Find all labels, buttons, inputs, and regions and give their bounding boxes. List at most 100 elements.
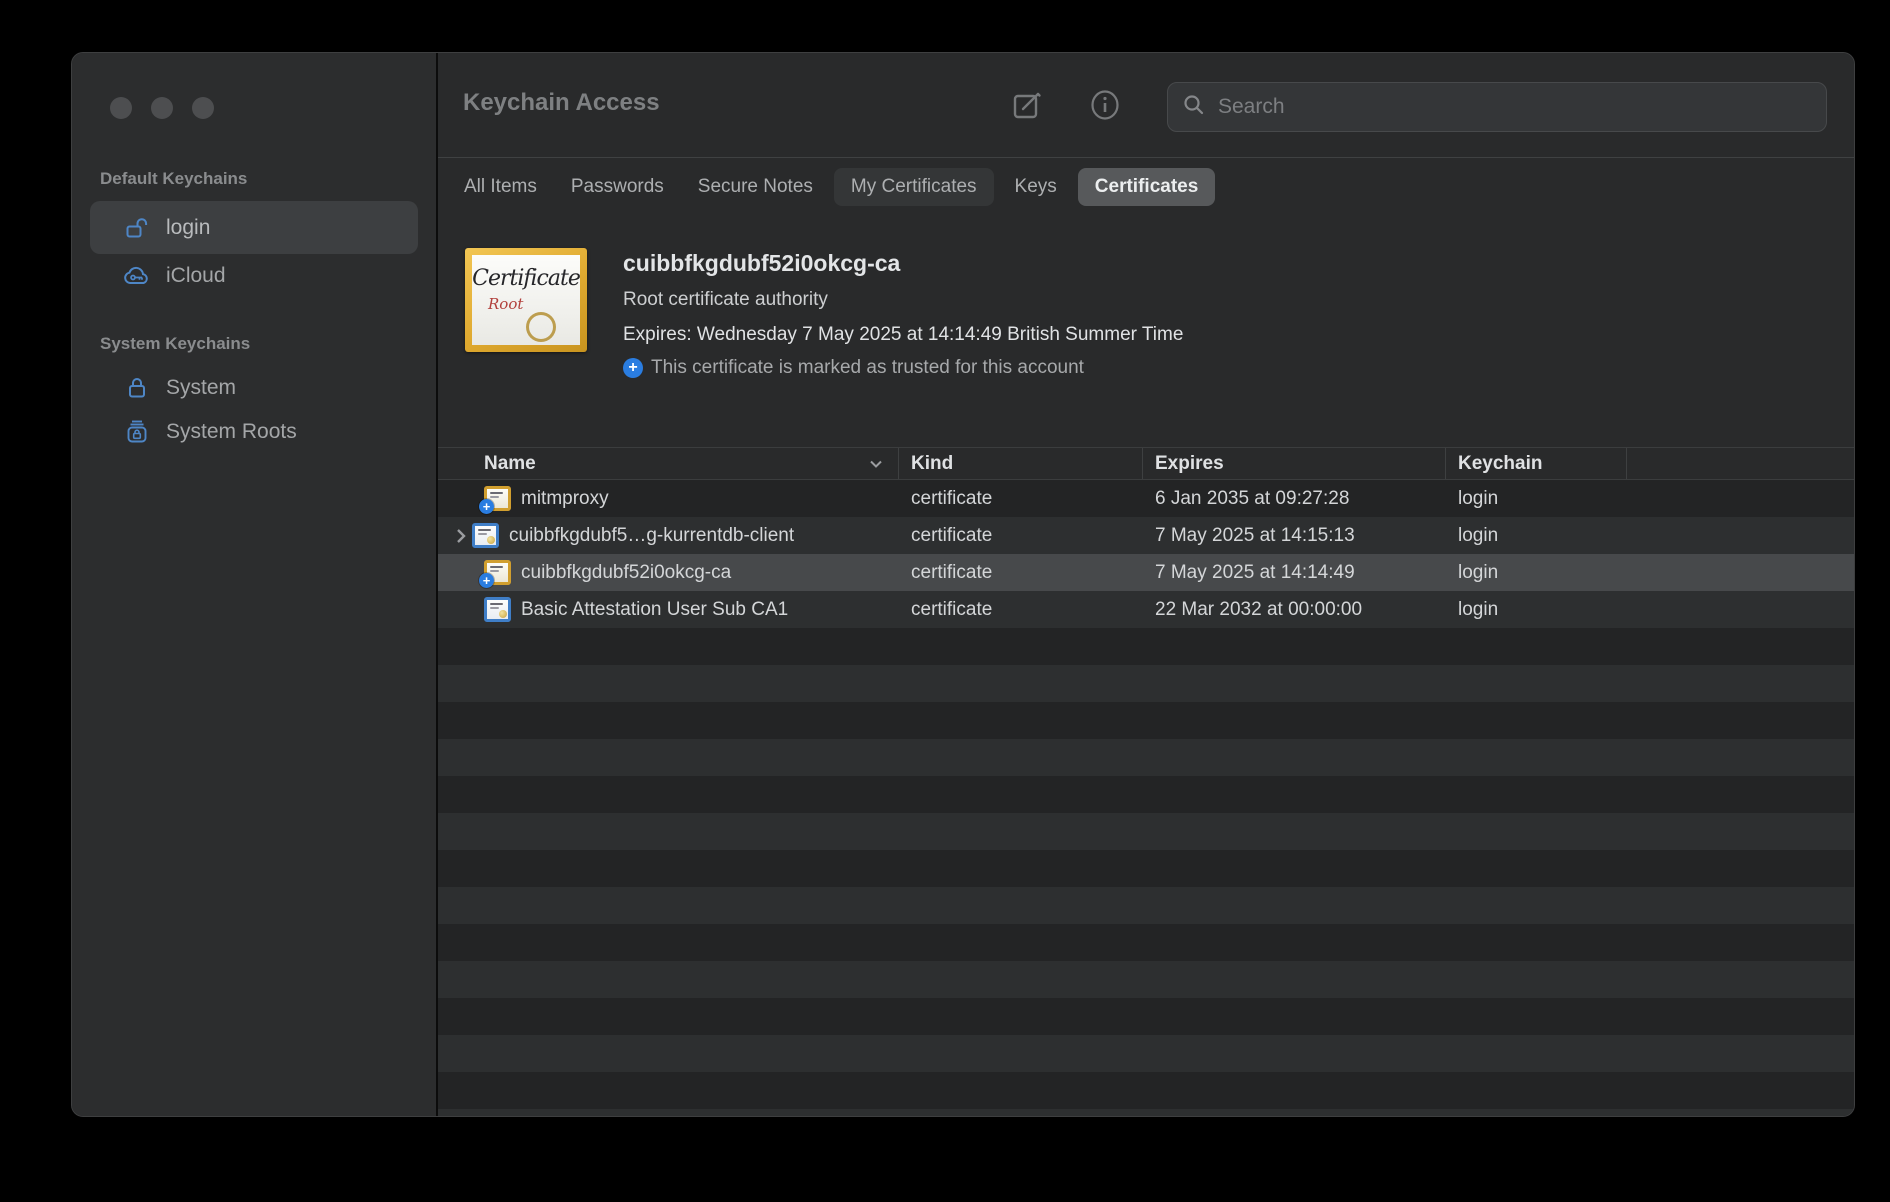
table-row[interactable]: +mitmproxycertificate6 Jan 2035 at 09:27… bbox=[438, 480, 1854, 517]
keychain-access-window: Default Keychains login iCloud System Keych… bbox=[71, 52, 1855, 1117]
disclosure-chevron-icon[interactable] bbox=[438, 527, 472, 545]
empty-row bbox=[438, 1072, 1854, 1109]
tab-all-items[interactable]: All Items bbox=[451, 168, 550, 206]
certificate-seal-icon bbox=[526, 312, 556, 342]
tab-keys[interactable]: Keys bbox=[1002, 168, 1070, 206]
column-header-label: Name bbox=[484, 453, 536, 475]
lock-icon bbox=[122, 375, 152, 401]
search-icon bbox=[1182, 93, 1206, 122]
compose-icon bbox=[1010, 88, 1044, 125]
sidebar-section-label: Default Keychains bbox=[72, 169, 436, 189]
root-certificate-trusted-icon: + bbox=[484, 486, 511, 511]
item-name: cuibbfkgdubf52i0okcg-ca bbox=[521, 562, 731, 584]
table-header: Name Kind Expires Keychain bbox=[438, 447, 1854, 480]
unlock-icon bbox=[122, 215, 152, 241]
zoom-window-button[interactable] bbox=[192, 97, 214, 119]
trusted-plus-badge-icon: + bbox=[479, 573, 494, 588]
cloud-key-icon bbox=[122, 263, 152, 289]
search-field[interactable] bbox=[1167, 82, 1827, 132]
item-name: Basic Attestation User Sub CA1 bbox=[521, 599, 788, 621]
certificate-name: cuibbfkgdubf52i0okcg-ca bbox=[623, 250, 1183, 277]
cell-kind: certificate bbox=[899, 562, 1143, 584]
sidebar-section: System Keychains System System Roots bbox=[72, 334, 436, 454]
root-certificate-trusted-icon: + bbox=[484, 560, 511, 585]
sidebar: Default Keychains login iCloud System Keych… bbox=[72, 53, 438, 1116]
search-input[interactable] bbox=[1216, 94, 1812, 120]
certificate-detail-header: Certificate Root cuibbfkgdubf52i0okcg-ca… bbox=[438, 215, 1854, 447]
cell-expires: 7 May 2025 at 14:14:49 bbox=[1143, 562, 1446, 584]
sidebar-item-system[interactable]: System bbox=[90, 366, 418, 410]
sidebar-item-system-roots[interactable]: System Roots bbox=[90, 410, 418, 454]
column-header-name[interactable]: Name bbox=[438, 448, 899, 479]
sidebar-item-label: login bbox=[166, 216, 210, 240]
category-tabbar: All ItemsPasswordsSecure NotesMy Certifi… bbox=[438, 158, 1854, 215]
sidebar-sections: Default Keychains login iCloud System Keych… bbox=[72, 169, 436, 454]
table-row[interactable]: Basic Attestation User Sub CA1 certificat… bbox=[438, 591, 1854, 628]
certificate-large-icon: Certificate Root bbox=[465, 248, 587, 352]
column-header-kind[interactable]: Kind bbox=[899, 448, 1143, 479]
empty-row bbox=[438, 1109, 1854, 1116]
empty-row bbox=[438, 1035, 1854, 1072]
sort-chevron-down-icon bbox=[868, 453, 884, 475]
close-window-button[interactable] bbox=[110, 97, 132, 119]
certificate-seal-icon bbox=[499, 610, 507, 618]
cell-name: + mitmproxy bbox=[438, 480, 899, 517]
info-icon bbox=[1088, 88, 1122, 125]
certificate-trust-status: This certificate is marked as trusted fo… bbox=[651, 357, 1084, 379]
sidebar-item-login[interactable]: login bbox=[90, 201, 418, 254]
cell-keychain: login bbox=[1446, 562, 1627, 584]
certificate-icon-root-label: Root bbox=[488, 295, 580, 313]
cell-kind: certificate bbox=[899, 599, 1143, 621]
certificate-icon-script: Certificate bbox=[472, 266, 580, 291]
empty-row bbox=[438, 887, 1854, 924]
item-name: cuibbfkgdubf5…g-kurrentdb-client bbox=[509, 525, 794, 547]
sidebar-item-label: System Roots bbox=[166, 420, 297, 444]
cell-keychain: login bbox=[1446, 488, 1627, 510]
certificate-icon bbox=[484, 597, 511, 622]
certificate-icon bbox=[472, 523, 499, 548]
sidebar-item-icloud[interactable]: iCloud bbox=[90, 254, 418, 298]
lock-stack-icon bbox=[122, 419, 152, 445]
trusted-plus-badge-icon: + bbox=[479, 499, 494, 514]
sidebar-item-label: iCloud bbox=[166, 264, 226, 288]
column-header-label: Kind bbox=[911, 453, 953, 475]
empty-row bbox=[438, 850, 1854, 887]
empty-row bbox=[438, 628, 1854, 665]
trusted-plus-icon: + bbox=[623, 358, 643, 378]
empty-row bbox=[438, 665, 1854, 702]
column-header-keychain[interactable]: Keychain bbox=[1446, 448, 1627, 479]
empty-row bbox=[438, 924, 1854, 961]
minimize-window-button[interactable] bbox=[151, 97, 173, 119]
table-row[interactable]: + cuibbfkgdubf52i0okcg-ca certificate7 May… bbox=[438, 554, 1854, 591]
table-body: +mitmproxycertificate6 Jan 2035 at 09:27… bbox=[438, 480, 1854, 1116]
sidebar-section-label: System Keychains bbox=[72, 334, 436, 354]
cell-keychain: login bbox=[1446, 599, 1627, 621]
column-header-label: Keychain bbox=[1458, 453, 1542, 475]
empty-row bbox=[438, 961, 1854, 998]
titlebar: Keychain Access bbox=[438, 53, 1854, 158]
tab-certificates[interactable]: Certificates bbox=[1078, 168, 1216, 206]
cell-name: Basic Attestation User Sub CA1 bbox=[438, 591, 899, 628]
cell-kind: certificate bbox=[899, 488, 1143, 510]
column-header-label: Expires bbox=[1155, 453, 1224, 475]
tab-my-certificates[interactable]: My Certificates bbox=[834, 168, 994, 206]
info-button[interactable] bbox=[1086, 87, 1124, 125]
empty-row bbox=[438, 702, 1854, 739]
item-name: mitmproxy bbox=[521, 488, 609, 510]
column-header-filler bbox=[1627, 448, 1854, 479]
column-header-expires[interactable]: Expires bbox=[1143, 448, 1446, 479]
certificate-kind: Root certificate authority bbox=[623, 289, 1183, 311]
cell-expires: 22 Mar 2032 at 00:00:00 bbox=[1143, 599, 1446, 621]
empty-row bbox=[438, 739, 1854, 776]
cell-name: + cuibbfkgdubf52i0okcg-ca bbox=[438, 554, 899, 591]
window-controls bbox=[72, 53, 436, 119]
compose-button[interactable] bbox=[1008, 87, 1046, 125]
tab-secure-notes[interactable]: Secure Notes bbox=[685, 168, 826, 206]
certificate-expiry: Expires: Wednesday 7 May 2025 at 14:14:4… bbox=[623, 324, 1183, 346]
table-row[interactable]: cuibbfkgdubf5…g-kurrentdb-clientcertific… bbox=[438, 517, 1854, 554]
certificate-seal-icon bbox=[487, 536, 495, 544]
main-content: Keychain Access bbox=[438, 53, 1854, 1116]
sidebar-item-label: System bbox=[166, 376, 236, 400]
tab-passwords[interactable]: Passwords bbox=[558, 168, 677, 206]
empty-row bbox=[438, 776, 1854, 813]
